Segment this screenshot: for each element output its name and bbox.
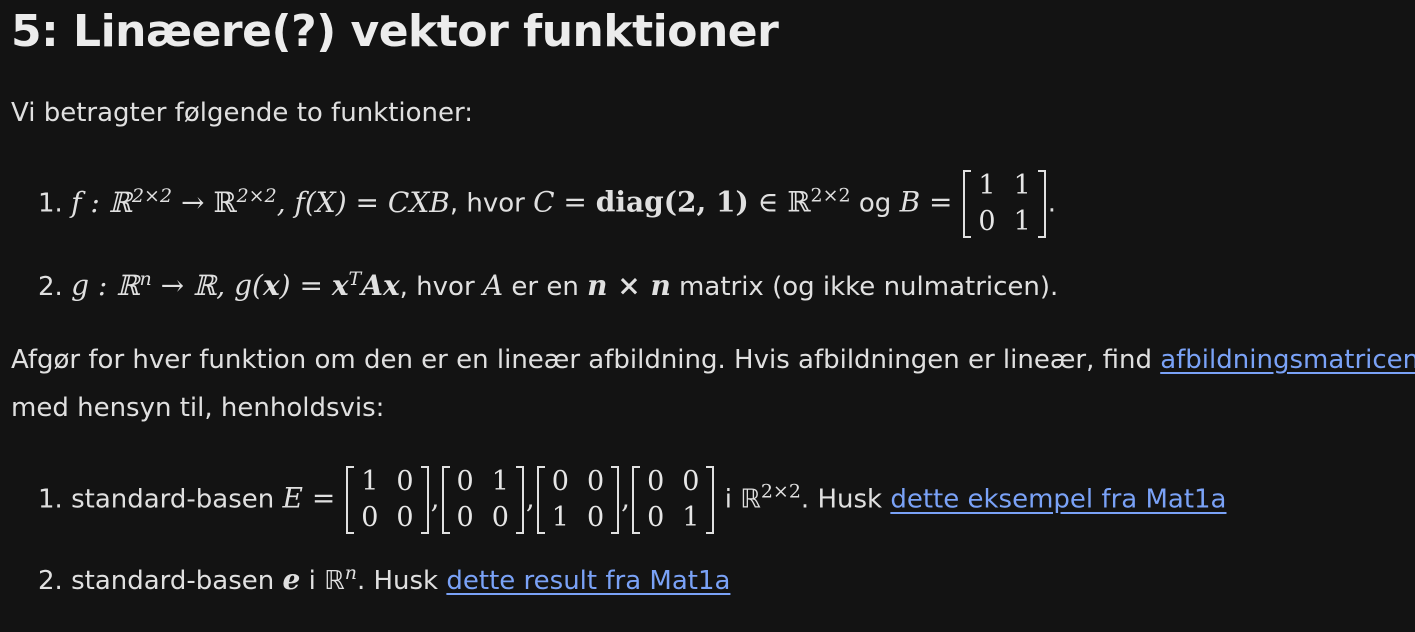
intro-text: Vi betragter følgende to funktioner: bbox=[11, 98, 474, 128]
question-text-line1: Afgør for hver funktion om den er en lin… bbox=[11, 345, 1415, 375]
list-item-basis-E: 1. standard-basen E = 10 00 , 01 00 , 00… bbox=[38, 464, 1227, 536]
list-item-function-g: 2. g : ℝn → ℝ, g(x) = xTAx, hvor A er en… bbox=[38, 268, 1059, 302]
matrix-B: 11 01 bbox=[963, 168, 1047, 240]
eksempel-mat1a-link[interactable]: dette eksempel fra Mat1a bbox=[890, 485, 1226, 515]
afbildningsmatricen-link[interactable]: afbildningsmatricen bbox=[1160, 345, 1415, 375]
matrix-E11: 10 00 bbox=[346, 464, 429, 536]
math-f-domain: f : ℝ2×2 → ℝ2×2, f(X) = CXB bbox=[71, 184, 450, 219]
list-item-basis-e: 2. standard-basen e i ℝn. Husk dette res… bbox=[38, 562, 731, 596]
matrix-E22: 00 01 bbox=[632, 464, 715, 536]
page-title: 5: Linæere(?) vektor funktioner bbox=[11, 6, 779, 57]
math-g-def: g : ℝn → ℝ, g(x) = xTAx bbox=[71, 268, 400, 302]
question-text-line2: med hensyn til, henholdsvis: bbox=[11, 393, 385, 423]
list-item-function-f: 1. f : ℝ2×2 → ℝ2×2, f(X) = CXB, hvor C =… bbox=[38, 168, 1056, 240]
page: 5: Linæere(?) vektor funktioner Vi betra… bbox=[0, 0, 1415, 632]
matrix-E12: 01 00 bbox=[441, 464, 525, 536]
matrix-E21: 00 10 bbox=[536, 464, 620, 536]
result-mat1a-link[interactable]: dette result fra Mat1a bbox=[446, 566, 730, 596]
